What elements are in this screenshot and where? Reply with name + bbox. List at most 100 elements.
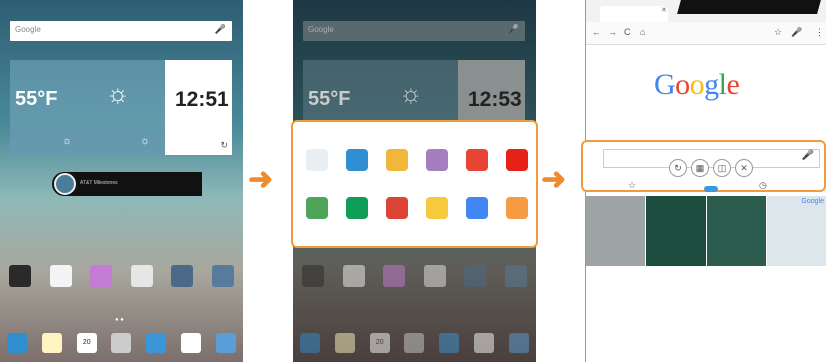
- rotate-icon[interactable]: ↻: [669, 159, 687, 177]
- email-icon: [386, 149, 408, 171]
- close-icon[interactable]: ✕: [661, 6, 667, 14]
- folder-round-icon[interactable]: [464, 265, 487, 287]
- globe-icon[interactable]: [439, 333, 460, 353]
- folder-grid-icon[interactable]: [211, 265, 234, 287]
- email-cell[interactable]: [377, 136, 417, 184]
- overlay-app-grid: [297, 136, 537, 232]
- sun-icon: ☼: [62, 135, 73, 147]
- dock: 20: [293, 333, 536, 353]
- globe-cell[interactable]: [337, 136, 377, 184]
- url-bar[interactable]: ← → C ⌂ ☆ 🎤 ⋮: [586, 22, 826, 45]
- overlay-controls: ↻ ▦ ◫ ✕: [669, 159, 753, 177]
- tab-strip-dark: [677, 0, 821, 14]
- arrow-right-icon: ➜: [541, 163, 567, 196]
- folder-round-icon[interactable]: [171, 265, 194, 287]
- contacts-icon[interactable]: [7, 333, 28, 353]
- star-icon[interactable]: ☆: [628, 180, 636, 191]
- tab-strip: ✕: [586, 0, 826, 22]
- google-logo: Google: [654, 68, 740, 102]
- clock-widget[interactable]: 12:51 ↻: [165, 60, 232, 155]
- thumbnail[interactable]: [706, 196, 767, 266]
- clock-icon[interactable]: ◷: [759, 180, 767, 191]
- grid-icon[interactable]: ▦: [691, 159, 709, 177]
- hangouts-cell[interactable]: [337, 184, 377, 232]
- blank-cell[interactable]: [297, 136, 337, 184]
- apps-icon[interactable]: [404, 333, 425, 353]
- apps-icon[interactable]: [111, 333, 132, 353]
- star-icon[interactable]: ☆: [774, 27, 782, 38]
- thumbnail-text: Google: [801, 198, 824, 205]
- google-letter: G: [654, 68, 676, 101]
- arrow-right-icon: ➜: [248, 163, 274, 196]
- amazon-icon[interactable]: [342, 265, 365, 287]
- play-store-icon[interactable]: [423, 265, 446, 287]
- back-icon[interactable]: ←: [592, 27, 601, 37]
- mic-icon[interactable]: 🎤: [791, 27, 802, 38]
- google-letter: e: [726, 68, 740, 101]
- thumbnail[interactable]: [646, 196, 707, 266]
- browser-quick-overlay: 🎤 ↻ ▦ ◫ ✕ ☆ ◷: [581, 140, 826, 192]
- thumbnail[interactable]: Google: [766, 196, 826, 266]
- chrome-icon: [466, 149, 488, 171]
- gallery-icon[interactable]: [90, 265, 113, 287]
- att-label: AT&T Milestones: [80, 180, 118, 186]
- clock-time: 12:53: [468, 88, 522, 111]
- forward-icon[interactable]: →: [608, 27, 617, 37]
- att-logo-icon: [54, 173, 76, 195]
- mic-icon[interactable]: 🎤: [508, 24, 519, 35]
- amazon-icon[interactable]: [49, 265, 72, 287]
- email-icon[interactable]: [335, 333, 356, 353]
- globe-icon[interactable]: [146, 333, 167, 353]
- sketch-cell[interactable]: [457, 184, 497, 232]
- home-icon[interactable]: ⌂: [640, 27, 645, 37]
- mic-icon[interactable]: 🎤: [215, 24, 226, 35]
- reload-icon[interactable]: C: [624, 27, 631, 37]
- email-icon[interactable]: [42, 333, 63, 353]
- camera-icon[interactable]: [473, 333, 494, 353]
- camera-icon[interactable]: [180, 333, 201, 353]
- maps-cell[interactable]: [297, 184, 337, 232]
- calendar-icon[interactable]: 20: [369, 333, 390, 353]
- google-search-bar[interactable]: Google 🎤: [303, 21, 525, 41]
- mic-icon[interactable]: 🎤: [802, 150, 814, 161]
- weather-widget[interactable]: 55°F ☼ ☼ ☼: [10, 60, 165, 155]
- gallery-icon: [426, 149, 448, 171]
- dock: 20: [0, 333, 243, 353]
- youtube-icon: [506, 149, 528, 171]
- pen-icon[interactable]: [9, 265, 32, 287]
- home-screen-panel: Google 🎤 55°F ☼ ☼ ☼ 12:51 ↻ AT&T Milesto…: [0, 0, 243, 362]
- photos-cell[interactable]: [497, 184, 537, 232]
- play-store-icon[interactable]: [130, 265, 153, 287]
- window-icon[interactable]: ◫: [713, 159, 731, 177]
- gallery-cell[interactable]: [417, 136, 457, 184]
- gmail-cell[interactable]: [377, 184, 417, 232]
- gallery-icon[interactable]: [383, 265, 406, 287]
- att-widget[interactable]: AT&T Milestones: [52, 172, 202, 196]
- pen-icon[interactable]: [302, 265, 325, 287]
- google-search-bar[interactable]: Google 🎤: [10, 21, 232, 41]
- browser-tab[interactable]: [600, 6, 668, 22]
- settings-icon[interactable]: [508, 333, 529, 353]
- keep-icon: [426, 197, 448, 219]
- chrome-cell[interactable]: [457, 136, 497, 184]
- menu-icon[interactable]: ⋮: [815, 27, 824, 38]
- search-placeholder: Google: [15, 25, 41, 34]
- clock-time: 12:51: [175, 88, 229, 111]
- settings-icon[interactable]: [215, 333, 236, 353]
- recent-thumbnails: Google: [586, 196, 826, 266]
- overlay-handle[interactable]: [704, 186, 718, 192]
- calendar-icon[interactable]: 20: [76, 333, 97, 353]
- thumbnail[interactable]: [586, 196, 647, 266]
- keep-cell[interactable]: [417, 184, 457, 232]
- sun-icon: ☼: [140, 135, 151, 147]
- close-icon[interactable]: ✕: [735, 159, 753, 177]
- youtube-cell[interactable]: [497, 136, 537, 184]
- hangouts-icon: [346, 197, 368, 219]
- google-letter: l: [718, 68, 727, 101]
- sun-icon: ☼: [106, 78, 130, 108]
- weather-forecast-row: ☼ ☼: [10, 129, 165, 155]
- refresh-icon[interactable]: ↻: [220, 140, 228, 151]
- quick-app-overlay: [291, 120, 538, 248]
- contacts-icon[interactable]: [300, 333, 321, 353]
- folder-grid-icon[interactable]: [504, 265, 527, 287]
